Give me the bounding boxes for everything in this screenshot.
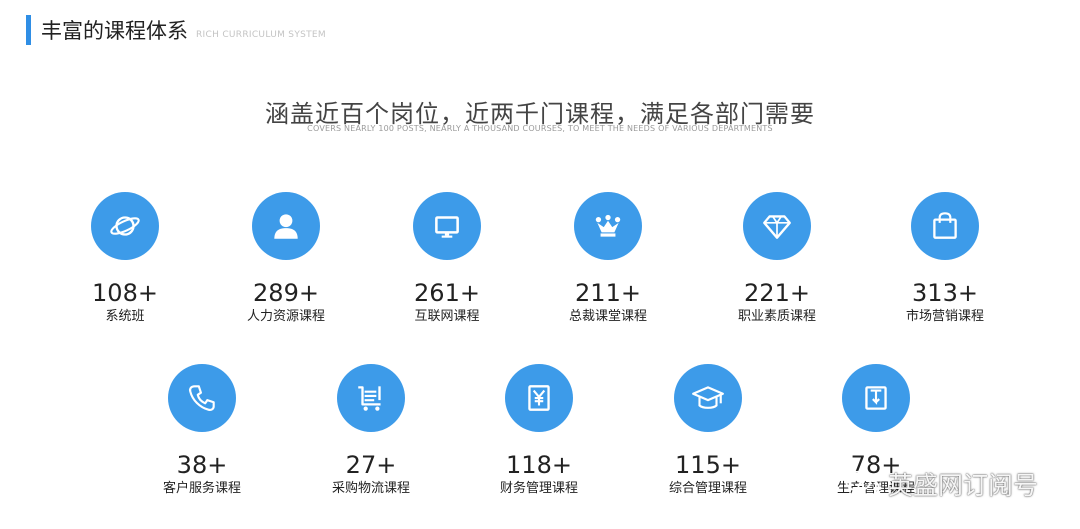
course-icon-circle (91, 192, 159, 260)
course-count: 261+ (414, 279, 480, 307)
watermark: 英盛网订阅号 (844, 466, 1038, 502)
course-count: 221+ (744, 279, 810, 307)
course-item[interactable]: 118+ 财务管理课程 (459, 364, 619, 498)
course-count: 27+ (345, 451, 397, 479)
course-label: 职业素质课程 (737, 309, 816, 324)
course-item[interactable]: 289+ 人力资源课程 (206, 192, 366, 326)
course-label: 系统班 (105, 309, 145, 324)
watermark-text: 英盛网订阅号 (888, 471, 1039, 500)
section-subtitle: RICH CURRICULUM SYSTEM (196, 30, 326, 40)
course-count: 118+ (506, 451, 572, 479)
course-count: 38+ (176, 451, 228, 479)
course-icon-circle (574, 192, 642, 260)
course-label: 互联网课程 (414, 309, 480, 324)
accent-bar (26, 15, 31, 45)
course-item[interactable]: 27+ 采购物流课程 (291, 364, 451, 498)
course-icon-circle (168, 364, 236, 432)
course-item[interactable]: 115+ 综合管理课程 (628, 364, 788, 498)
course-label: 人力资源课程 (246, 309, 325, 324)
user-icon (274, 214, 298, 239)
sub-headline: COVERS NEARLY 100 POSTS, NEARLY A THOUSA… (307, 124, 773, 133)
course-item[interactable]: 38+ 客户服务课程 (122, 364, 282, 498)
course-icon-circle (337, 364, 405, 432)
shopping-cart-icon (358, 386, 381, 411)
course-label: 采购物流课程 (331, 481, 410, 496)
course-count: 211+ (575, 279, 641, 307)
crown-icon (595, 214, 621, 237)
course-count: 115+ (675, 451, 741, 479)
phone-icon (188, 385, 215, 412)
course-icon-circle (252, 192, 320, 260)
course-count: 313+ (912, 279, 978, 307)
section-header: 丰富的课程体系 RICH CURRICULUM SYSTEM (26, 14, 326, 46)
course-label: 客户服务课程 (162, 481, 241, 496)
course-icon-circle (413, 192, 481, 260)
course-icon-circle (505, 364, 573, 432)
course-icon-circle (674, 364, 742, 432)
course-label: 总裁课堂课程 (568, 309, 647, 324)
course-icon-circle (911, 192, 979, 260)
graduation-cap-icon (692, 386, 724, 409)
wechat-icon (845, 470, 880, 497)
course-count: 289+ (253, 279, 319, 307)
course-label: 市场营销课程 (905, 309, 984, 324)
diamond-icon (763, 215, 791, 239)
monitor-icon (435, 216, 459, 238)
section-title: 丰富的课程体系 (41, 19, 188, 43)
yen-icon (528, 385, 550, 411)
planet-icon (110, 216, 140, 236)
course-item[interactable]: 261+ 互联网课程 (367, 192, 527, 326)
course-item[interactable]: 221+ 职业素质课程 (697, 192, 857, 326)
course-item[interactable]: 108+ 系统班 (45, 192, 205, 326)
book-icon (865, 386, 887, 410)
course-label: 财务管理课程 (499, 481, 578, 496)
course-icon-circle (842, 364, 910, 432)
course-count: 108+ (92, 279, 158, 307)
course-item[interactable]: 313+ 市场营销课程 (865, 192, 1025, 326)
course-label: 综合管理课程 (668, 481, 747, 496)
shopping-bag-icon (933, 212, 957, 239)
course-item[interactable]: 211+ 总裁课堂课程 (528, 192, 688, 326)
course-icon-circle (743, 192, 811, 260)
